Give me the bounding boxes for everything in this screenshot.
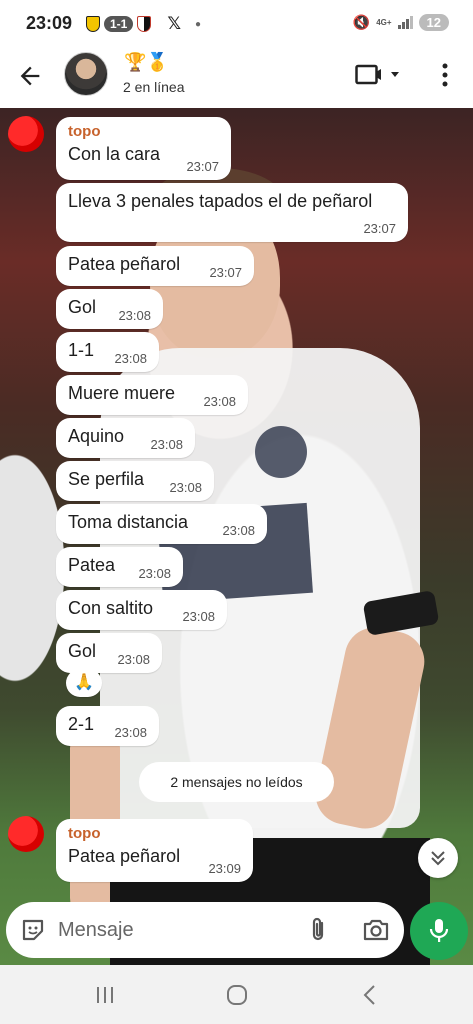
message-text: Patea peñarol [68,254,181,274]
camera-icon [363,919,389,941]
battery-badge: 12 [418,14,449,31]
message-time: 23:08 [114,725,147,740]
message-time: 23:08 [114,351,147,366]
message-bubble[interactable]: Con saltito 23:08 [56,590,227,630]
message-bubble[interactable]: Se perfila 23:08 [56,461,214,501]
attach-button[interactable] [307,916,331,944]
message-bubble[interactable]: topo Con la cara 23:07 [56,117,231,180]
more-notifications-icon: ● [195,18,202,30]
message-reaction[interactable]: 🙏 [66,669,102,697]
video-call-button[interactable] [355,64,403,86]
message-bubble[interactable]: Gol 23:08 [56,289,163,329]
back-nav-button[interactable] [358,983,382,1007]
wallpaper-photo [255,426,307,478]
team-crest-icon [137,16,152,32]
message-time: 23:08 [182,609,215,624]
message-text: Gol [68,641,97,661]
status-right: 🔇 4G+ 12 [353,14,449,31]
recent-apps-icon [97,987,113,1003]
signal-icon [397,16,413,29]
message-text: Con saltito [68,598,154,618]
microphone-icon [429,919,449,942]
message-time: 23:08 [117,652,150,667]
message-bubble[interactable]: topo Patea peñarol 23:09 [56,819,253,882]
online-status: 2 en línea [123,79,185,95]
chat-title[interactable]: 🏆🥇 [124,52,169,73]
x-logo-icon: 𝕏 [167,14,182,33]
message-time: 23:08 [150,437,183,452]
group-avatar[interactable] [64,52,108,96]
back-button[interactable] [16,62,44,90]
message-bubble[interactable]: Patea 23:08 [56,547,183,587]
message-bubble[interactable]: Toma distancia 23:08 [56,504,267,544]
recent-apps-button[interactable] [93,983,117,1007]
message-text: Patea [68,555,116,575]
message-time: 23:07 [363,221,396,236]
message-time: 23:07 [209,265,242,280]
emoji-button[interactable] [20,917,46,943]
message-bubble[interactable]: 2-1 23:08 [56,706,159,746]
message-text: Toma distancia [68,512,189,532]
message-text: 1-1 [68,340,95,360]
message-time: 23:09 [208,861,241,876]
chat-header: 🏆🥇 2 en línea [0,48,473,108]
status-time: 23:09 [26,13,73,33]
unread-messages-divider: 2 mensajes no leídos [139,762,334,802]
message-text: Aquino [68,426,125,446]
message-bubble[interactable]: Muere muere 23:08 [56,375,248,415]
more-vertical-icon [442,63,448,87]
sender-avatar[interactable] [8,116,44,152]
sender-name[interactable]: topo [68,123,219,140]
message-time: 23:08 [203,394,236,409]
sticker-icon [22,919,44,941]
team-crest-icon [86,16,100,32]
match-score-badge: 1-1 [104,16,134,32]
message-bubble[interactable]: 1-1 23:08 [56,332,159,372]
chat-area[interactable]: topo Con la cara 23:07 Lleva 3 penales t… [0,108,473,965]
message-input[interactable] [58,912,278,948]
home-button[interactable] [225,983,249,1007]
status-bar: 23:09 1-1 𝕏 ● 🔇 4G+ 12 [0,0,473,48]
more-options-button[interactable] [435,62,455,88]
message-time: 23:08 [222,523,255,538]
status-notifications: 1-1 𝕏 ● [86,14,201,34]
system-nav-bar [0,965,473,1024]
sender-avatar[interactable] [8,816,44,852]
message-text: Se perfila [68,469,145,489]
message-text: Patea peñarol [68,846,181,866]
message-text: 2-1 [68,714,95,734]
scroll-to-bottom-button[interactable] [418,838,458,878]
mute-icon: 🔇 [352,14,371,30]
message-time: 23:08 [138,566,171,581]
message-bubble[interactable]: Patea peñarol 23:07 [56,246,254,286]
back-arrow-icon [20,66,40,86]
message-text: Muere muere [68,383,176,403]
message-text: Con la cara [68,144,161,164]
video-camera-icon [355,64,399,85]
message-composer [6,902,404,958]
message-text: Lleva 3 penales tapados el de peñarol [68,191,373,211]
camera-button[interactable] [362,917,390,943]
message-bubble[interactable]: Gol 23:08 [56,633,162,673]
home-icon [227,985,247,1005]
network-type: 4G+ [376,17,392,27]
message-time: 23:07 [186,159,219,174]
sender-name[interactable]: topo [68,825,241,842]
double-chevron-down-icon [431,851,445,866]
paperclip-icon [312,917,324,941]
voice-message-button[interactable] [410,902,468,960]
message-bubble[interactable]: Lleva 3 penales tapados el de peñarol 23… [56,183,408,242]
back-chevron-icon [363,985,375,1005]
message-time: 23:08 [118,308,151,323]
message-bubble[interactable]: Aquino 23:08 [56,418,195,458]
message-time: 23:08 [169,480,202,495]
message-text: Gol [68,297,97,317]
